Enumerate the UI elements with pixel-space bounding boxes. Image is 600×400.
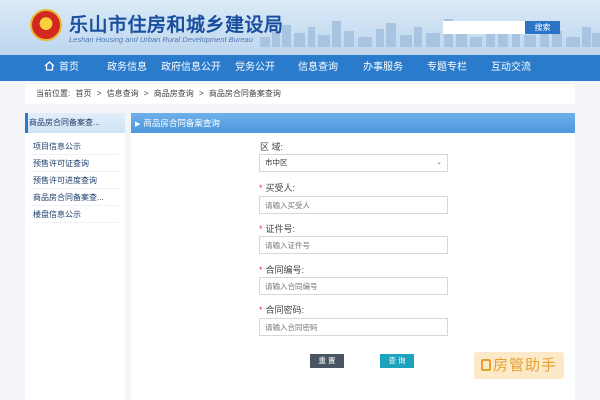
- sidebar-item-contract-filing[interactable]: 商品房合同备案查...: [31, 189, 119, 206]
- nav-item-party-affairs[interactable]: 党务公开: [235, 55, 275, 81]
- nav-label: 首页: [59, 62, 79, 73]
- region-label: 区 域:: [260, 142, 284, 152]
- breadcrumb-item-info-query[interactable]: 信息查询: [107, 89, 139, 98]
- breadcrumb-separator: >: [143, 89, 149, 98]
- nav-item-home[interactable]: 首页: [44, 55, 79, 81]
- site-header: ★ 乐山市住房和城乡建设局 Leshan Housing and Urban R…: [0, 0, 600, 55]
- national-emblem-icon: ★: [30, 9, 62, 41]
- search-button[interactable]: 搜索: [525, 21, 560, 34]
- nav-item-info-disclosure[interactable]: 政府信息公开: [161, 55, 221, 81]
- watermark-badge: 房管助手: [474, 352, 564, 379]
- query-button[interactable]: 查 询: [380, 354, 414, 368]
- panel-header: ▶ 商品房合同备案查询: [131, 113, 575, 133]
- main-nav: 首页 政务信息 政府信息公开 党务公开 信息查询 办事服务 专题专栏 互动交流: [0, 55, 600, 81]
- required-asterisk: *: [259, 224, 263, 234]
- breadcrumb-item-home[interactable]: 首页: [75, 89, 91, 98]
- contract-pwd-label: * 合同密码:: [259, 303, 304, 316]
- search-input[interactable]: [443, 21, 525, 34]
- reset-button[interactable]: 重 置: [310, 354, 344, 368]
- contract-no-label: * 合同编号:: [259, 263, 304, 276]
- sidebar-item-presale-permit[interactable]: 预售许可证查询: [31, 155, 119, 172]
- nav-item-government-info[interactable]: 政务信息: [107, 55, 147, 81]
- chevron-down-icon: ⌄: [436, 159, 442, 166]
- id-number-input[interactable]: [259, 236, 448, 254]
- breadcrumb-separator: >: [198, 89, 204, 98]
- buyer-label: * 买受人:: [259, 181, 295, 194]
- contract-no-input[interactable]: [259, 277, 448, 295]
- breadcrumb-prefix: 当前位置:: [36, 89, 71, 98]
- contract-pwd-label-text: 合同密码:: [265, 305, 305, 315]
- home-icon: [44, 61, 55, 72]
- region-select[interactable]: 市中区 ⌄: [259, 154, 448, 172]
- nav-item-special-topics[interactable]: 专题专栏: [427, 55, 467, 81]
- required-asterisk: *: [259, 265, 263, 275]
- breadcrumb: 当前位置: 首页 > 信息查询 > 商品房查询 > 商品房合同备案查询: [25, 84, 575, 104]
- sidebar-item-presale-progress[interactable]: 预售许可进度查询: [31, 172, 119, 189]
- watermark-text: 房管助手: [492, 357, 557, 374]
- id-number-label: * 证件号:: [259, 222, 295, 235]
- required-asterisk: *: [259, 183, 263, 193]
- nav-item-info-query[interactable]: 信息查询: [298, 55, 338, 81]
- triangle-right-icon: ▶: [135, 121, 141, 128]
- site-subtitle: Leshan Housing and Urban Rural Developme…: [69, 35, 253, 44]
- sidebar: 商品房合同备案查... 项目信息公示 预售许可证查询 预售许可进度查询 商品房合…: [25, 113, 125, 400]
- breadcrumb-separator: >: [96, 89, 102, 98]
- sidebar-item-building-info[interactable]: 楼盘信息公示: [31, 206, 119, 223]
- breadcrumb-item-housing-query[interactable]: 商品房查询: [154, 89, 194, 98]
- nav-item-services[interactable]: 办事服务: [363, 55, 403, 81]
- phone-icon: [480, 358, 491, 371]
- buyer-label-text: 买受人:: [265, 183, 296, 193]
- panel-title: 商品房合同备案查询: [143, 118, 220, 128]
- buyer-input[interactable]: [259, 196, 448, 214]
- region-select-value: 市中区: [265, 158, 288, 167]
- id-number-label-text: 证件号:: [265, 224, 296, 234]
- site-title: 乐山市住房和城乡建设局: [69, 14, 284, 36]
- breadcrumb-item-current[interactable]: 商品房合同备案查询: [209, 89, 281, 98]
- required-asterisk: *: [259, 305, 263, 315]
- nav-item-interaction[interactable]: 互动交流: [491, 55, 531, 81]
- contract-no-label-text: 合同编号:: [265, 265, 305, 275]
- sidebar-header: 商品房合同备案查...: [25, 113, 125, 133]
- sidebar-item-project-info[interactable]: 项目信息公示: [31, 138, 119, 155]
- sidebar-list: 项目信息公示 预售许可证查询 预售许可进度查询 商品房合同备案查... 楼盘信息…: [25, 133, 125, 223]
- contract-pwd-input[interactable]: [259, 318, 448, 336]
